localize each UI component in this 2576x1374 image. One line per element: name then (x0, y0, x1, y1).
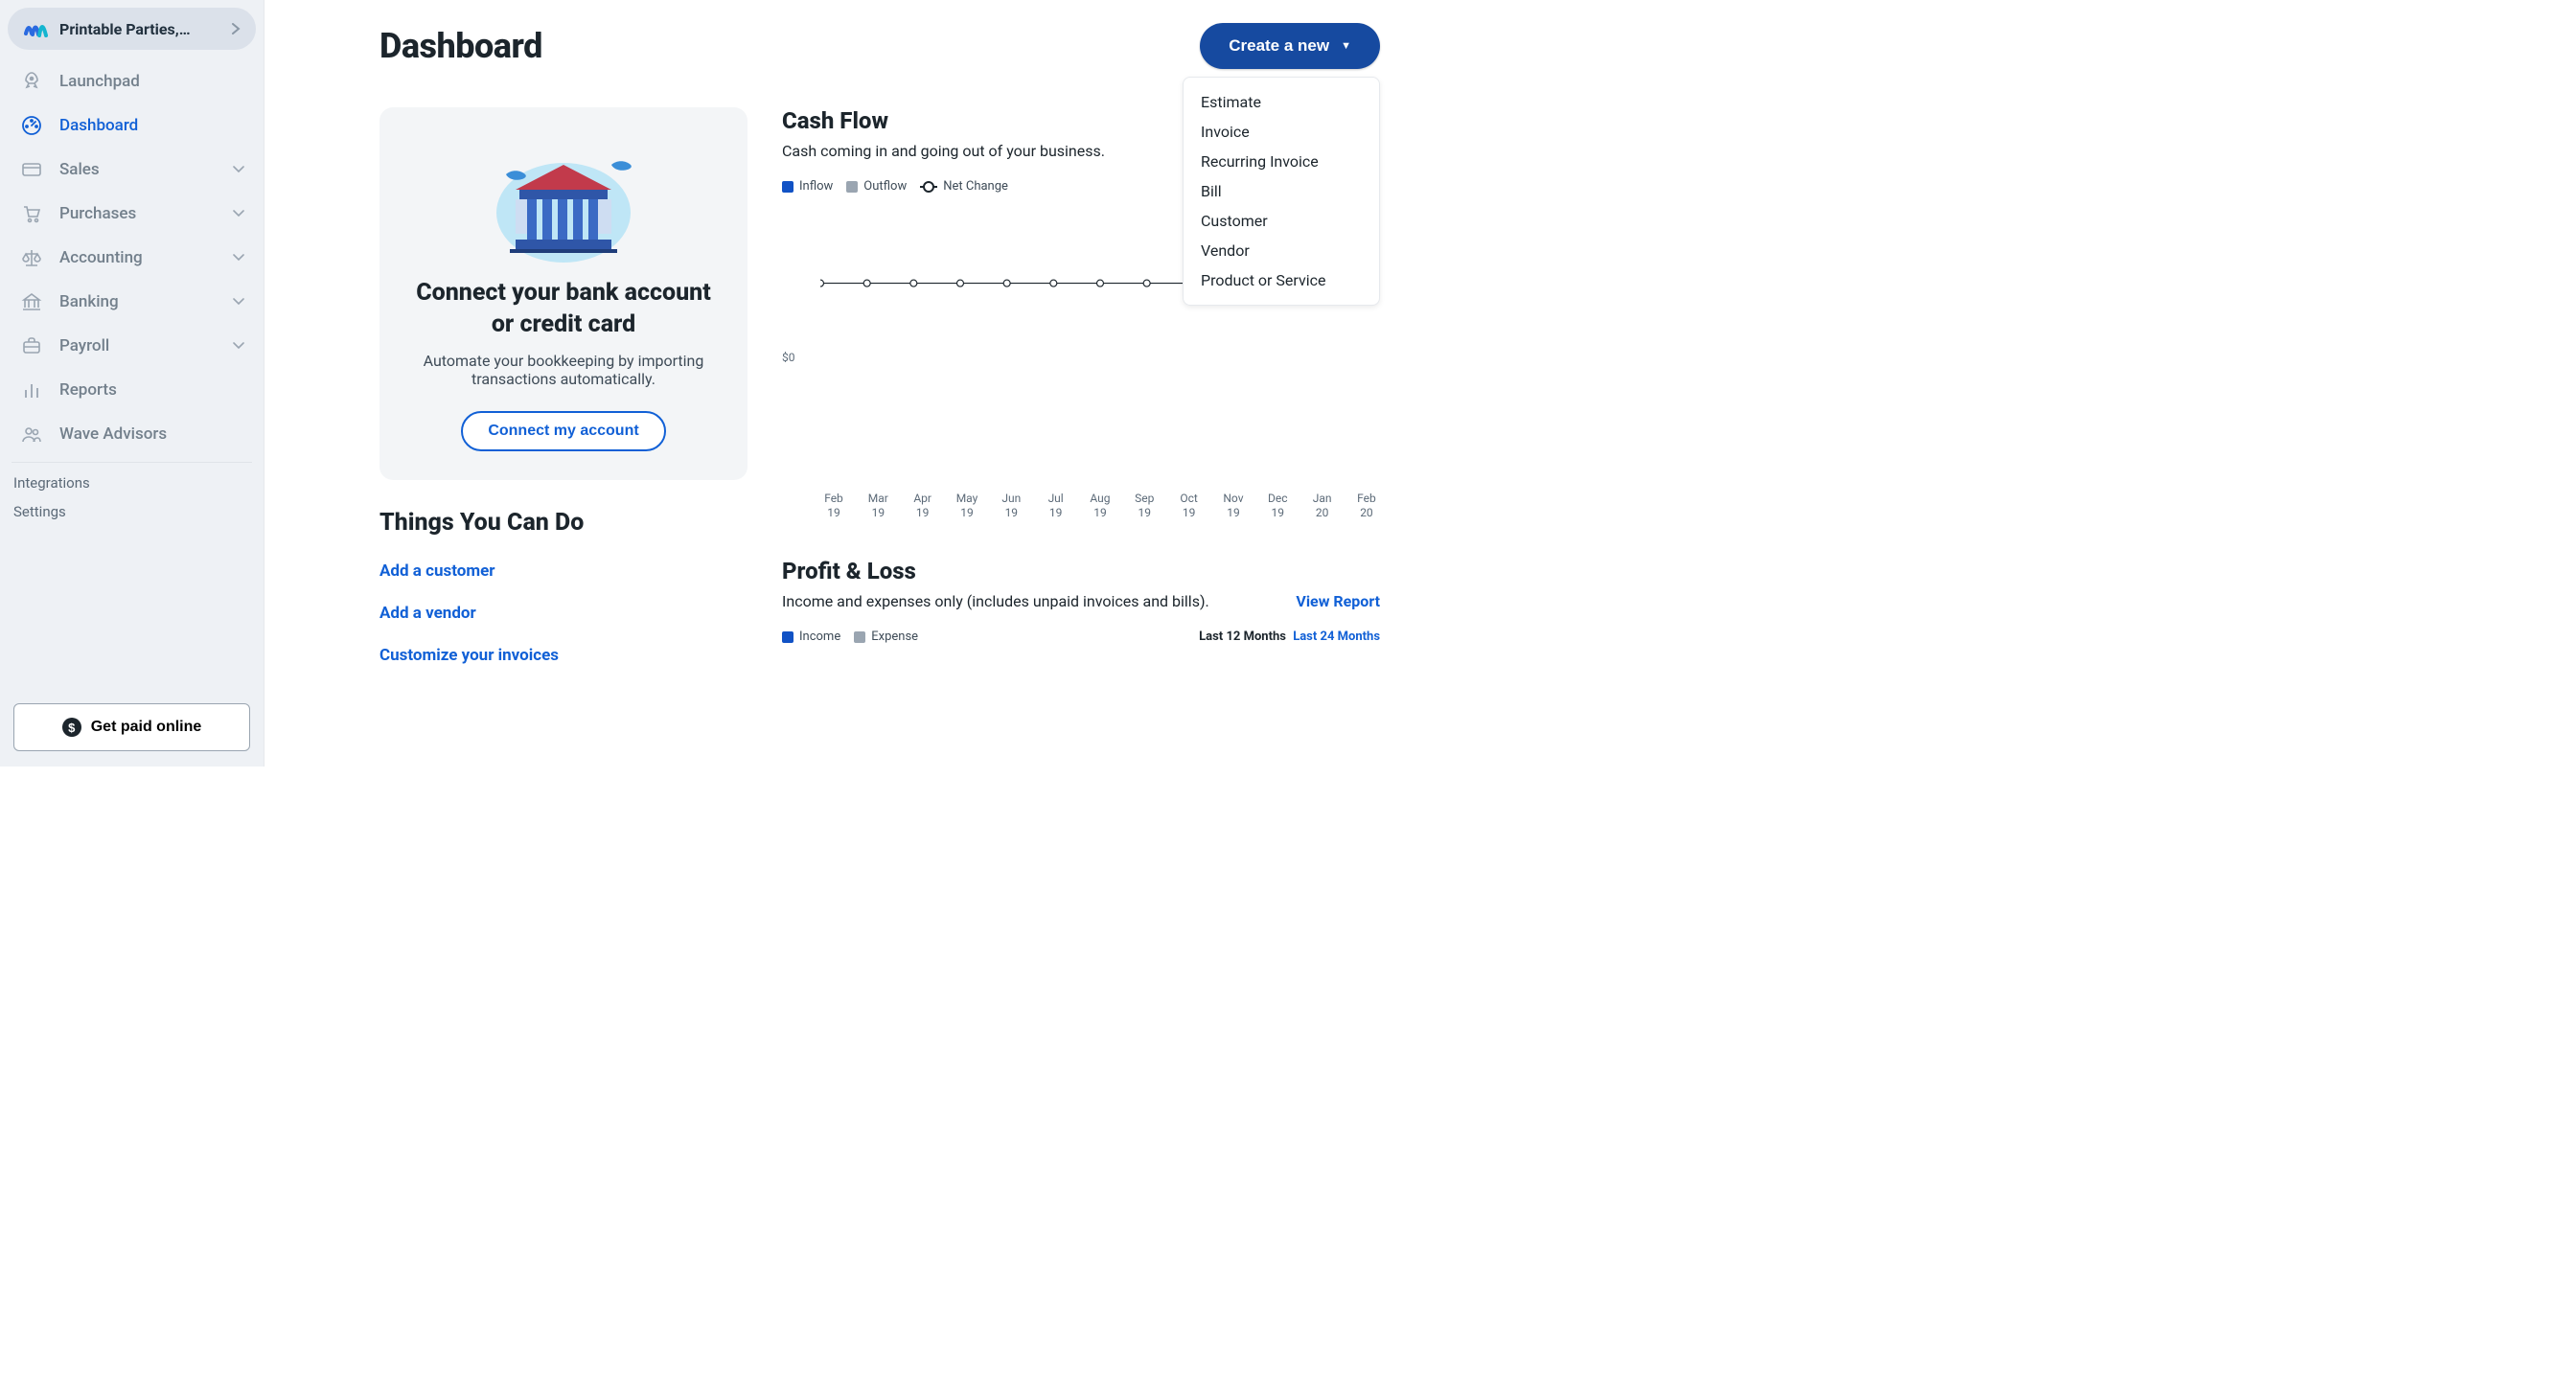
dropdown-item-bill[interactable]: Bill (1184, 176, 1379, 206)
net-change-icon (920, 186, 937, 188)
cart-icon (19, 201, 44, 226)
view-report-link[interactable]: View Report (1296, 592, 1380, 610)
card-icon (19, 157, 44, 182)
legend-net-change: Net Change (920, 179, 1008, 194)
x-tick-label: Nov19 (1220, 492, 1247, 521)
x-tick-label: Mar19 (864, 492, 891, 521)
main-content: Dashboard Create a new ▼ Estimate Invoic… (264, 0, 1438, 767)
dashboard-icon (19, 113, 44, 138)
sidebar-item-label: Banking (59, 292, 119, 311)
legend-income: Income (782, 630, 840, 644)
x-axis-labels: Feb19 Mar19 Apr19 May19 Jun19 Jul19 Aug19 Sep19… (820, 492, 1380, 521)
action-link-add-vendor[interactable]: Add a vendor (380, 592, 748, 634)
bank-card-title: Connect your bank account or credit card (402, 278, 724, 340)
sidebar-item-label: Accounting (59, 248, 143, 267)
button-label: Create a new (1229, 36, 1329, 56)
sidebar-item-sales[interactable]: Sales (8, 148, 256, 192)
chevron-down-icon (233, 207, 244, 220)
sidebar-item-label: Purchases (59, 204, 136, 223)
people-icon (19, 422, 44, 447)
range-12-months[interactable]: Last 12 Months (1199, 630, 1286, 644)
sidebar-item-wave-advisors[interactable]: Wave Advisors (8, 412, 256, 456)
bars-icon (19, 378, 44, 402)
x-tick-label: May19 (954, 492, 980, 521)
briefcase-icon (19, 333, 44, 358)
create-new-button[interactable]: Create a new ▼ (1200, 23, 1380, 69)
sidebar-item-reports[interactable]: Reports (8, 368, 256, 412)
bank-illustration-icon (402, 126, 724, 268)
connect-account-button[interactable]: Connect my account (461, 411, 665, 451)
dropdown-item-invoice[interactable]: Invoice (1184, 117, 1379, 147)
x-tick-label: Jan20 (1309, 492, 1336, 521)
legend-outflow: Outflow (846, 179, 907, 194)
rocket-icon (19, 69, 44, 94)
business-switcher[interactable]: Printable Parties,… (8, 8, 256, 50)
sidebar-item-label: Payroll (59, 336, 109, 355)
square-icon (782, 181, 794, 193)
profit-loss-legend: Income Expense (782, 630, 918, 644)
dropdown-item-estimate[interactable]: Estimate (1184, 87, 1379, 117)
sidebar-item-label: Sales (59, 160, 100, 179)
x-tick-label: Aug19 (1087, 492, 1114, 521)
scales-icon (19, 245, 44, 270)
x-tick-label: Jul19 (1043, 492, 1070, 521)
sidebar-item-purchases[interactable]: Purchases (8, 192, 256, 236)
sidebar-item-launchpad[interactable]: Launchpad (8, 59, 256, 103)
square-icon (846, 181, 858, 193)
sidebar-item-label: Dashboard (59, 116, 138, 135)
profit-loss-subtitle: Income and expenses only (includes unpai… (782, 592, 1284, 610)
legend-inflow: Inflow (782, 179, 833, 194)
get-paid-online-button[interactable]: $ Get paid online (13, 703, 250, 751)
x-tick-label: Feb19 (820, 492, 847, 521)
range-24-months[interactable]: Last 24 Months (1293, 630, 1380, 644)
sidebar-item-label: Reports (59, 380, 117, 400)
create-new-dropdown: Estimate Invoice Recurring Invoice Bill … (1183, 77, 1380, 306)
profit-loss-panel: Profit & Loss Income and expenses only (… (782, 558, 1380, 644)
chevron-down-icon (233, 295, 244, 309)
chevron-down-icon (233, 339, 244, 353)
x-tick-label: Sep19 (1131, 492, 1158, 521)
chevron-down-icon (233, 251, 244, 264)
action-link-customize-invoices[interactable]: Customize your invoices (380, 634, 748, 676)
legend-expense: Expense (854, 630, 918, 644)
x-tick-label: Jun19 (998, 492, 1024, 521)
wave-logo-icon (23, 15, 50, 42)
chevron-right-icon (231, 20, 241, 38)
sidebar-item-integrations[interactable]: Integrations (8, 469, 256, 497)
connect-bank-card: Connect your bank account or credit card… (380, 107, 748, 480)
square-icon (782, 631, 794, 643)
x-tick-label: Apr19 (909, 492, 936, 521)
chevron-down-icon (233, 163, 244, 176)
dropdown-item-recurring-invoice[interactable]: Recurring Invoice (1184, 147, 1379, 176)
bank-icon (19, 289, 44, 314)
sidebar-item-payroll[interactable]: Payroll (8, 324, 256, 368)
sidebar-item-accounting[interactable]: Accounting (8, 236, 256, 280)
action-link-add-customer[interactable]: Add a customer (380, 550, 748, 592)
sidebar-item-settings[interactable]: Settings (8, 497, 256, 526)
x-tick-label: Feb20 (1353, 492, 1380, 521)
profit-loss-range-selector: Last 12 Months Last 24 Months (1199, 630, 1380, 644)
sidebar-item-banking[interactable]: Banking (8, 280, 256, 324)
things-you-can-do-title: Things You Can Do (380, 509, 748, 537)
y-axis-zero-label: $0 (782, 351, 795, 364)
sidebar-item-label: Wave Advisors (59, 424, 167, 444)
profit-loss-title: Profit & Loss (782, 558, 1380, 584)
caret-down-icon: ▼ (1341, 40, 1351, 52)
business-name: Printable Parties,… (59, 20, 221, 38)
sidebar-item-dashboard[interactable]: Dashboard (8, 103, 256, 148)
x-tick-label: Dec19 (1264, 492, 1291, 521)
divider (12, 462, 252, 463)
button-label: Get paid online (91, 719, 202, 736)
dropdown-item-product-or-service[interactable]: Product or Service (1184, 265, 1379, 295)
sidebar-item-label: Launchpad (59, 72, 140, 91)
page-title: Dashboard (380, 26, 542, 66)
dropdown-item-vendor[interactable]: Vendor (1184, 236, 1379, 265)
bank-card-body: Automate your bookkeeping by importing t… (402, 352, 724, 388)
dollar-circle-icon: $ (62, 718, 81, 737)
dropdown-item-customer[interactable]: Customer (1184, 206, 1379, 236)
square-icon (854, 631, 865, 643)
x-tick-label: Oct19 (1176, 492, 1203, 521)
sidebar: Printable Parties,… Launchpad (0, 0, 264, 767)
